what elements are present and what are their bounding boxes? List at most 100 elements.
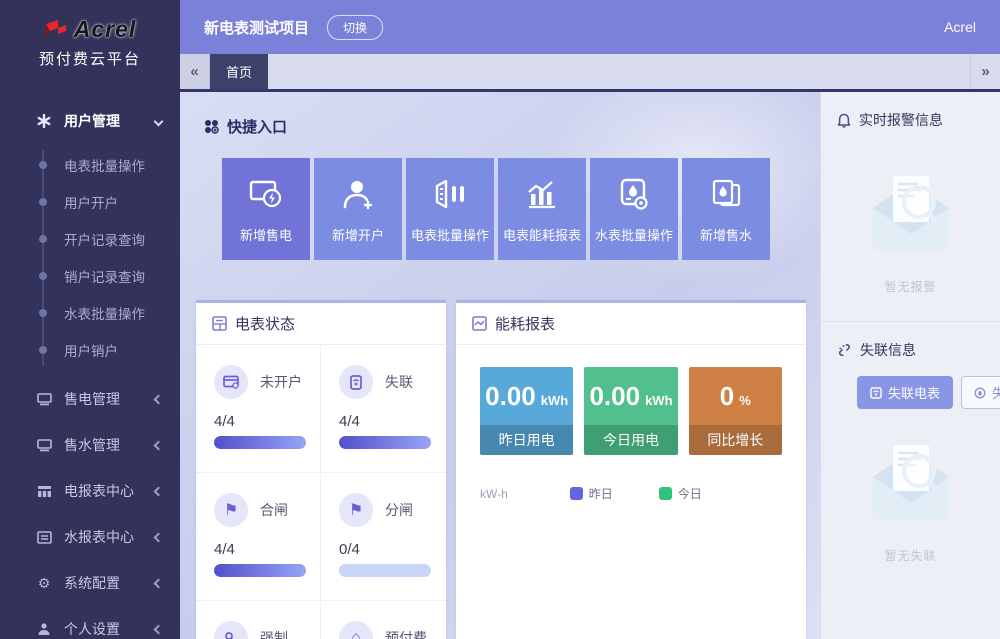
flag-icon: ⚑ bbox=[214, 493, 248, 527]
status-cell-label: 强制 bbox=[260, 628, 288, 639]
sidebar-item-water-reports[interactable]: 水报表中心 bbox=[0, 514, 180, 560]
quick-button-new-electric-sale[interactable]: 新增售电 bbox=[222, 158, 310, 260]
flag-icon: ⚑ bbox=[339, 493, 373, 527]
bullet-dot-icon bbox=[39, 161, 47, 169]
sidebar-item-meter-batch[interactable]: 电表批量操作 bbox=[0, 146, 180, 183]
sidebar-item-water-sales[interactable]: 售水管理 bbox=[0, 422, 180, 468]
sidebar-subnav: 电表批量操作 用户开户 开户记录查询 销户记录查询 水表批量操作 用户销户 bbox=[0, 144, 180, 376]
card-icon bbox=[36, 391, 52, 407]
quick-button-label: 电表批量操作 bbox=[411, 225, 489, 244]
sidebar-subitem-label: 开户记录查询 bbox=[64, 229, 145, 249]
bullet-dot-icon bbox=[39, 309, 47, 317]
asterisk-icon bbox=[36, 113, 52, 129]
status-cell-prepaid[interactable]: ⌂ 预付费 bbox=[321, 601, 446, 639]
alarm-section-title: 实时报警信息 bbox=[859, 110, 943, 130]
status-progress-track bbox=[214, 436, 306, 449]
topbar: 新电表测试项目 切换 Acrel bbox=[180, 0, 1000, 54]
stat-label: 昨日用电 bbox=[480, 425, 573, 455]
home-icon: ⌂ bbox=[339, 621, 373, 639]
bell-icon bbox=[837, 113, 851, 128]
status-cell-label: 失联 bbox=[385, 372, 413, 392]
quick-button-new-account[interactable]: 新增开户 bbox=[314, 158, 402, 260]
switch-project-button[interactable]: 切换 bbox=[327, 15, 383, 40]
offline-electric-meter-button[interactable]: 失联电表 bbox=[857, 376, 953, 409]
sidebar-item-water-batch[interactable]: 水表批量操作 bbox=[0, 294, 180, 331]
meter-status-title: 电表状态 bbox=[235, 313, 295, 334]
stat-unit: kWh bbox=[645, 393, 672, 408]
legend-label: 今日 bbox=[678, 485, 702, 502]
sidebar-subitem-label: 水表批量操作 bbox=[64, 303, 145, 323]
quick-entry-buttons: 新增售电 新增开户 电表批量操作 电表能耗报表 bbox=[222, 158, 770, 260]
stat-value: 0.00 bbox=[485, 383, 536, 409]
energy-report-header: 能耗报表 bbox=[456, 303, 806, 345]
sidebar-item-user-open[interactable]: 用户开户 bbox=[0, 183, 180, 220]
quick-button-energy-report[interactable]: 电表能耗报表 bbox=[498, 158, 586, 260]
water-meter-icon bbox=[974, 387, 986, 399]
meter-bars-icon bbox=[433, 175, 467, 213]
meter-status-grid: 未开户 4/4 失联 4/4 ⚑ 合闸 bbox=[196, 345, 446, 639]
quick-button-label: 水表批量操作 bbox=[595, 225, 673, 244]
sidebar-item-electric-reports[interactable]: 电报表中心 bbox=[0, 468, 180, 514]
status-progress-fill bbox=[214, 436, 306, 449]
sidebar-item-label: 系统配置 bbox=[64, 573, 155, 593]
columns-icon bbox=[36, 483, 52, 499]
sidebar-item-label: 电报表中心 bbox=[64, 481, 155, 501]
offline-button-label: 失联电表 bbox=[888, 383, 940, 402]
meter-icon bbox=[870, 387, 882, 399]
sidebar-item-electric-sales[interactable]: 售电管理 bbox=[0, 376, 180, 422]
quick-button-new-water-sale[interactable]: 新增售水 bbox=[682, 158, 770, 260]
brand-logo-text: Acrel bbox=[74, 16, 137, 43]
sidebar-item-system-config[interactable]: ⚙ 系统配置 bbox=[0, 560, 180, 606]
list-box-icon bbox=[36, 529, 52, 545]
stat-value: 0.00 bbox=[589, 383, 640, 409]
meter-status-header: 电表状态 bbox=[196, 303, 446, 345]
alarm-empty-text: 暂无报警 bbox=[821, 278, 1000, 295]
stat-card-yesterday: 0.00kWh 昨日用电 bbox=[480, 367, 573, 455]
status-cell-closed-switch[interactable]: ⚑ 合闸 4/4 bbox=[196, 473, 321, 601]
quick-button-label: 新增售水 bbox=[700, 225, 752, 244]
empty-envelope-illustration bbox=[863, 164, 959, 260]
bar-chart-icon bbox=[525, 175, 559, 213]
offline-button-label: 失联水表 bbox=[992, 383, 1000, 402]
tab-home[interactable]: 首页 bbox=[210, 54, 268, 89]
chevron-down-icon bbox=[154, 116, 164, 126]
chevron-left-icon bbox=[154, 532, 164, 542]
sidebar-item-open-records[interactable]: 开户记录查询 bbox=[0, 220, 180, 257]
sidebar-item-close-records[interactable]: 销户记录查询 bbox=[0, 257, 180, 294]
offline-water-meter-button[interactable]: 失联水表 bbox=[961, 376, 1000, 409]
quick-button-meter-batch[interactable]: 电表批量操作 bbox=[406, 158, 494, 260]
offline-section-header: 失联信息 bbox=[821, 322, 1000, 360]
quick-button-label: 新增售电 bbox=[240, 225, 292, 244]
chevron-left-icon bbox=[154, 486, 164, 496]
username[interactable]: Acrel bbox=[944, 19, 976, 35]
legend-item-today[interactable]: 今日 bbox=[659, 485, 702, 502]
status-cell-forced[interactable]: 强制 bbox=[196, 601, 321, 639]
sidebar-item-label: 用户管理 bbox=[64, 111, 155, 131]
sidebar-item-personal-settings[interactable]: 个人设置 bbox=[0, 606, 180, 639]
sidebar-item-user-management[interactable]: 用户管理 bbox=[0, 98, 180, 144]
status-cell-not-opened[interactable]: 未开户 4/4 bbox=[196, 345, 321, 473]
person-plus-icon bbox=[341, 175, 375, 213]
status-cell-offline[interactable]: 失联 4/4 bbox=[321, 345, 446, 473]
status-progress-track bbox=[339, 436, 431, 449]
energy-chart-legend: kW-h 昨日 今日 bbox=[456, 455, 806, 502]
sidebar: Acrel 预付费云平台 用户管理 电表批量操作 用户开户 开户记录查询 销户记… bbox=[0, 0, 180, 639]
platform-name: 预付费云平台 bbox=[0, 48, 180, 69]
grid-dots-icon bbox=[204, 119, 219, 134]
status-cell-label: 未开户 bbox=[260, 372, 302, 392]
empty-envelope-illustration bbox=[863, 433, 959, 529]
water-meter-gear-icon bbox=[617, 175, 651, 213]
stat-unit: % bbox=[739, 393, 751, 408]
quick-button-water-batch[interactable]: 水表批量操作 bbox=[590, 158, 678, 260]
status-cell-value: 4/4 bbox=[214, 413, 302, 430]
legend-item-yesterday[interactable]: 昨日 bbox=[570, 485, 613, 502]
person-icon bbox=[36, 621, 52, 637]
status-cell-open-switch[interactable]: ⚑ 分闸 0/4 bbox=[321, 473, 446, 601]
offline-empty-text: 暂无失联 bbox=[821, 547, 1000, 564]
app-window: Acrel 预付费云平台 用户管理 电表批量操作 用户开户 开户记录查询 销户记… bbox=[0, 0, 1000, 639]
tabs-scroll-left-button[interactable]: « bbox=[180, 54, 210, 89]
tabs-scroll-right-button[interactable]: » bbox=[970, 54, 1000, 89]
sidebar-item-label: 售电管理 bbox=[64, 389, 155, 409]
bullet-dot-icon bbox=[39, 346, 47, 354]
sidebar-item-user-close[interactable]: 用户销户 bbox=[0, 331, 180, 368]
